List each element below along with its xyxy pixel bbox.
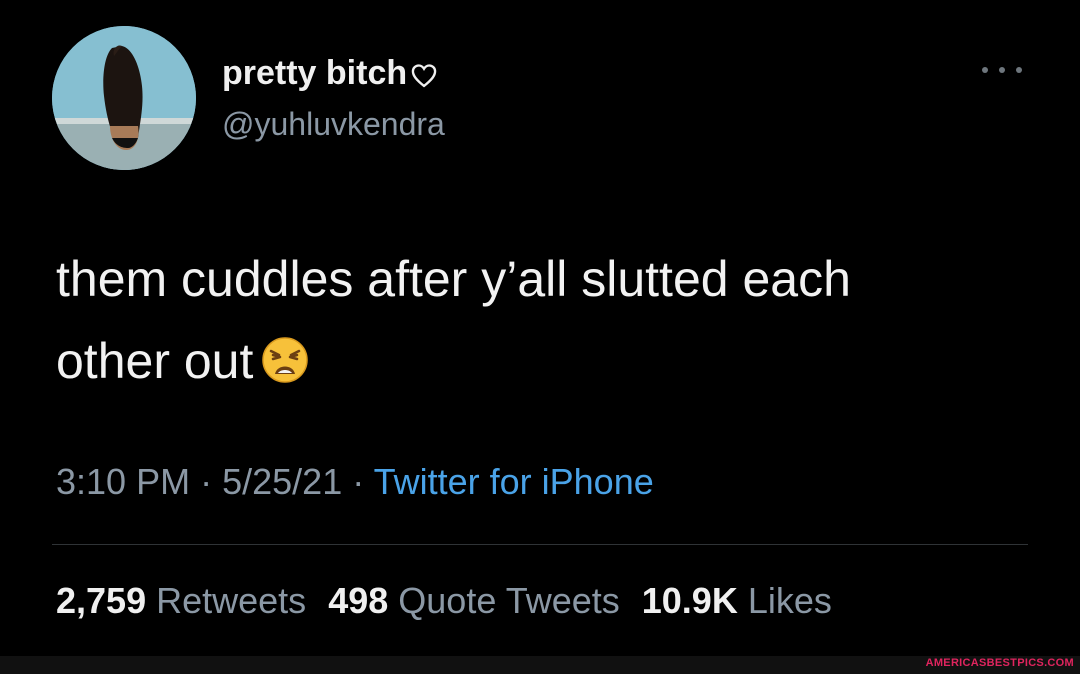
avatar-photo — [52, 26, 196, 170]
divider — [52, 544, 1028, 545]
more-dot — [982, 67, 988, 73]
likes-stat[interactable]: 10.9K Likes — [642, 580, 832, 621]
meta-separator: · — [200, 461, 213, 502]
tweet-meta: 3:10 PM · 5/25/21 · Twitter for iPhone — [56, 461, 654, 503]
retweets-stat[interactable]: 2,759 Retweets — [56, 580, 306, 621]
more-dot — [1016, 67, 1022, 73]
display-name[interactable]: pretty bitch — [222, 54, 438, 93]
tweet-card: pretty bitch @yuhluvkendra them cuddles … — [0, 0, 1080, 656]
quote-tweets-label: Quote Tweets — [398, 580, 620, 621]
weary-face-emoji — [261, 326, 309, 383]
tweet-text: them cuddles after y’all slutted each ot… — [56, 238, 1016, 402]
quote-tweets-stat[interactable]: 498 Quote Tweets — [328, 580, 620, 621]
tweet-text-line: other out — [56, 320, 1016, 402]
meta-separator: · — [352, 461, 365, 502]
quote-tweets-count: 498 — [328, 580, 389, 621]
tweet-source-link[interactable]: Twitter for iPhone — [374, 461, 654, 502]
avatar[interactable] — [52, 26, 196, 170]
more-options-icon[interactable] — [982, 60, 1022, 80]
display-name-text: pretty bitch — [222, 54, 408, 92]
tweet-date[interactable]: 5/25/21 — [222, 461, 342, 502]
watermark-bar — [0, 656, 1080, 674]
retweets-count: 2,759 — [56, 580, 147, 621]
watermark: AMERICASBESTPICS.COM — [925, 657, 1074, 669]
more-dot — [999, 67, 1005, 73]
likes-count: 10.9K — [641, 580, 738, 621]
tweet-time[interactable]: 3:10 PM — [56, 461, 190, 502]
tweet-text-line-2: other out — [56, 333, 254, 389]
tweet-text-line: them cuddles after y’all slutted each — [56, 251, 851, 307]
heart-outline-icon — [410, 60, 438, 88]
retweets-label: Retweets — [156, 580, 307, 621]
likes-label: Likes — [747, 580, 832, 621]
tweet-stats: 2,759 Retweets 498 Quote Tweets 10.9K Like… — [56, 580, 832, 622]
user-handle[interactable]: @yuhluvkendra — [222, 106, 445, 143]
